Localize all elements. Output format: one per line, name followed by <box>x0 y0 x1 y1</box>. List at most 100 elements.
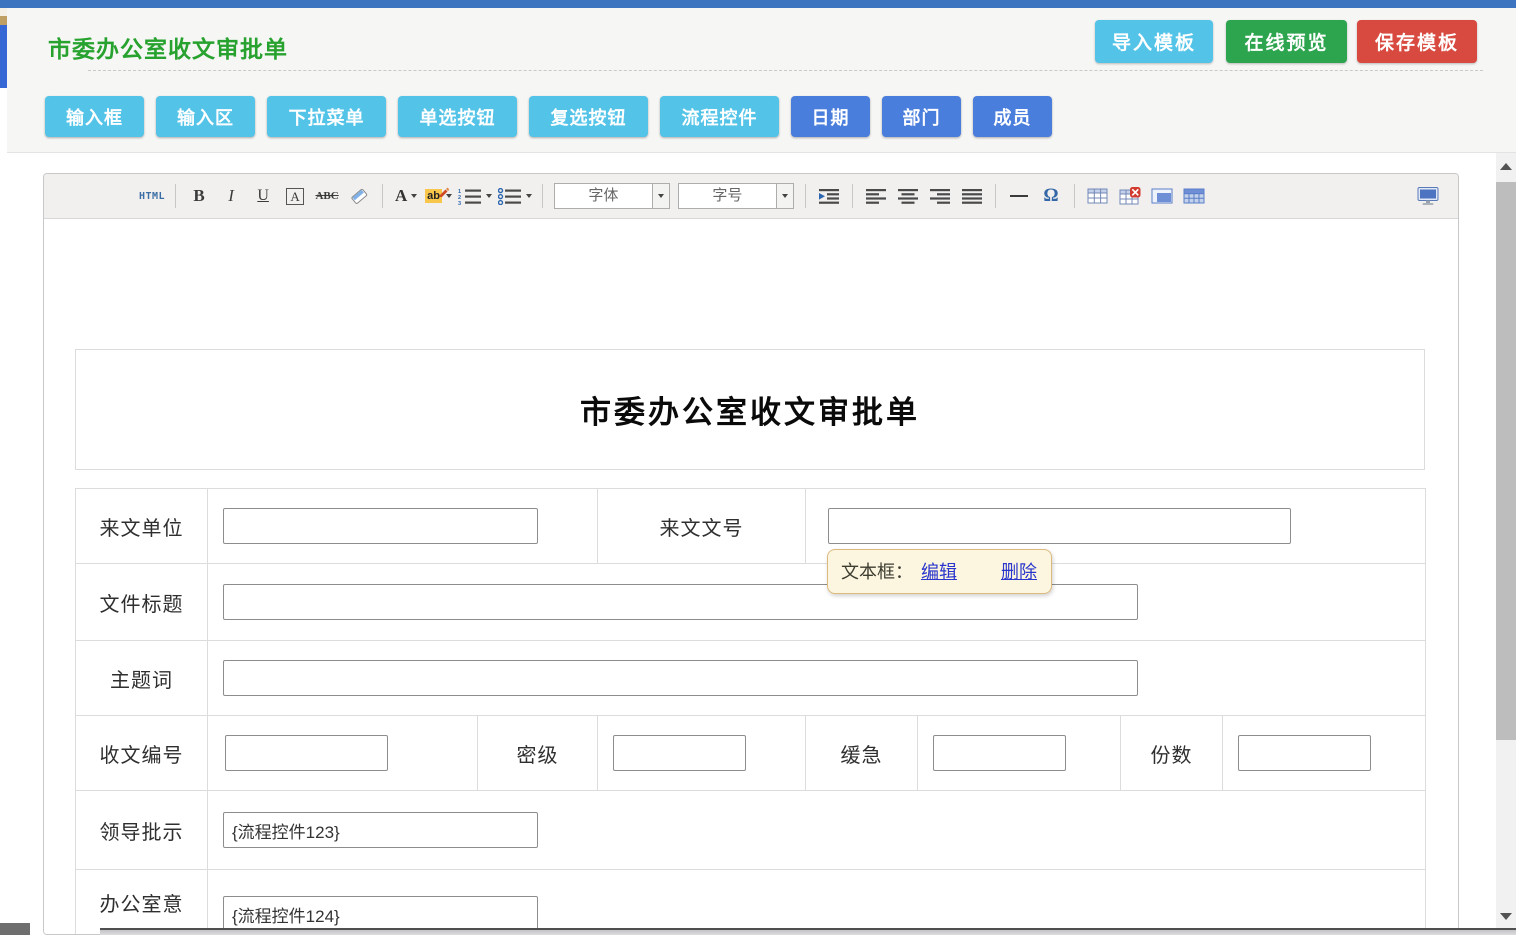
remove-format-button[interactable] <box>346 183 372 209</box>
italic-button[interactable]: I <box>218 183 244 209</box>
align-left-button[interactable] <box>863 183 889 209</box>
fullscreen-button[interactable] <box>1415 183 1441 209</box>
edit-link[interactable]: 编辑 <box>921 558 957 584</box>
field-label-urgency: 缓急 <box>806 716 918 791</box>
security-level-input[interactable] <box>613 735 746 771</box>
field-label-office-opinion: 办公室意 <box>76 870 208 935</box>
toolbar-separator <box>805 184 806 208</box>
font-size-select[interactable]: 字号 <box>678 183 794 209</box>
widget-button-member[interactable]: 成员 <box>973 96 1052 137</box>
field-label-document-number: 来文文号 <box>598 489 806 564</box>
horizontal-rule-icon <box>1010 195 1028 197</box>
widget-button-radio[interactable]: 单选按钮 <box>398 96 517 137</box>
align-justify-button[interactable] <box>959 183 985 209</box>
align-center-button[interactable] <box>895 183 921 209</box>
indent-button[interactable] <box>816 183 842 209</box>
page: 市委办公室收文审批单 导入模板 在线预览 保存模板 输入框 输入区 下拉菜单 单… <box>0 0 1516 935</box>
field-label-receipt-number: 收文编号 <box>76 716 208 791</box>
receipt-number-input[interactable] <box>225 735 388 771</box>
scroll-down-arrow-icon[interactable] <box>1500 913 1512 920</box>
save-template-button[interactable]: 保存模板 <box>1357 20 1477 63</box>
widget-button-date[interactable]: 日期 <box>791 96 870 137</box>
urgency-input[interactable] <box>933 735 1066 771</box>
table-row: 领导批示 <box>76 791 1426 870</box>
textbox-tooltip: 文本框： 编辑 删除 <box>827 549 1052 594</box>
office-opinion-input[interactable] <box>223 896 538 932</box>
fullscreen-monitor-icon <box>1416 186 1440 206</box>
html-source-button[interactable]: HTML <box>139 183 165 209</box>
font-family-select[interactable]: 字体 <box>554 183 670 209</box>
strikethrough-button[interactable]: ABC <box>314 183 340 209</box>
keywords-input[interactable] <box>223 660 1138 696</box>
header-panel: 市委办公室收文审批单 导入模板 在线预览 保存模板 输入框 输入区 下拉菜单 单… <box>7 8 1516 153</box>
cell <box>1223 716 1426 791</box>
pencil-icon <box>438 186 449 197</box>
widget-button-flow-control[interactable]: 流程控件 <box>660 96 779 137</box>
font-style-button[interactable]: A <box>282 183 308 209</box>
cell <box>208 564 1426 641</box>
cell <box>208 791 1426 870</box>
font-size-dropdown-button[interactable] <box>776 184 793 208</box>
font-style-icon: A <box>286 188 303 205</box>
tooltip-label: 文本框： <box>841 558 913 584</box>
delete-table-button[interactable] <box>1117 183 1143 209</box>
background-window-sliver <box>0 8 7 88</box>
insert-table-button[interactable] <box>1085 183 1111 209</box>
align-right-button[interactable] <box>927 183 953 209</box>
table-panel-button[interactable] <box>1149 183 1175 209</box>
incoming-unit-input[interactable] <box>223 508 538 544</box>
import-template-button[interactable]: 导入模板 <box>1095 20 1213 63</box>
unordered-list-button[interactable] <box>498 183 532 209</box>
ordered-list-icon: 1 2 3 <box>458 188 482 205</box>
widget-button-dropdown-menu[interactable]: 下拉菜单 <box>267 96 386 137</box>
cell <box>208 716 478 791</box>
scroll-up-arrow-icon[interactable] <box>1500 163 1512 170</box>
widget-button-department[interactable]: 部门 <box>882 96 961 137</box>
font-family-value: 字体 <box>555 184 652 208</box>
font-family-dropdown-button[interactable] <box>652 184 669 208</box>
widget-button-text-area[interactable]: 输入区 <box>156 96 255 137</box>
ordered-list-button[interactable]: 1 2 3 <box>458 183 492 209</box>
rich-text-editor: HTML B I U A ABC <box>43 173 1459 935</box>
leader-instructions-input[interactable] <box>223 812 538 848</box>
form-table: 来文单位 来文文号 文件标题 主题词 <box>75 488 1426 935</box>
table-row: 文件标题 <box>76 564 1426 641</box>
widget-button-input-box[interactable]: 输入框 <box>45 96 144 137</box>
special-character-button[interactable]: Ω <box>1038 183 1064 209</box>
bottom-window-strip <box>100 928 1516 935</box>
table-grid-icon <box>1183 187 1205 205</box>
copies-input[interactable] <box>1238 735 1371 771</box>
toolbar-separator <box>542 184 543 208</box>
online-preview-button[interactable]: 在线预览 <box>1226 20 1347 63</box>
vertical-scrollbar[interactable] <box>1496 153 1516 928</box>
cell <box>208 489 598 564</box>
cell <box>208 641 1426 716</box>
table-panel-icon <box>1151 187 1173 205</box>
bold-button[interactable]: B <box>186 183 212 209</box>
widget-button-checkbox[interactable]: 复选按钮 <box>529 96 648 137</box>
scrollbar-thumb[interactable] <box>1496 182 1516 740</box>
field-label-incoming-unit: 来文单位 <box>76 489 208 564</box>
delete-link[interactable]: 删除 <box>1001 558 1037 584</box>
eraser-icon <box>349 186 369 206</box>
horizontal-rule-button[interactable] <box>1006 183 1032 209</box>
chevron-down-icon <box>486 194 492 198</box>
editor-canvas[interactable]: 市委办公室收文审批单 来文单位 来文文号 <box>44 219 1458 935</box>
chevron-down-icon <box>658 194 664 198</box>
table-icon <box>1087 187 1108 205</box>
cell <box>208 870 1426 935</box>
omega-icon: Ω <box>1043 185 1058 207</box>
highlight-color-button[interactable]: ab <box>425 183 452 209</box>
document-number-input[interactable] <box>828 508 1291 544</box>
toolbar-separator <box>852 184 853 208</box>
underline-button[interactable]: U <box>250 183 276 209</box>
toolbar-separator <box>382 184 383 208</box>
cell <box>918 716 1121 791</box>
field-label-leader-instructions: 领导批示 <box>76 791 208 870</box>
unordered-list-icon <box>498 188 522 205</box>
html-source-icon: HTML <box>139 191 165 202</box>
toolbar-separator <box>995 184 996 208</box>
table-row: 办公室意 <box>76 870 1426 935</box>
table-properties-button[interactable] <box>1181 183 1207 209</box>
font-color-button[interactable]: A <box>393 183 419 209</box>
